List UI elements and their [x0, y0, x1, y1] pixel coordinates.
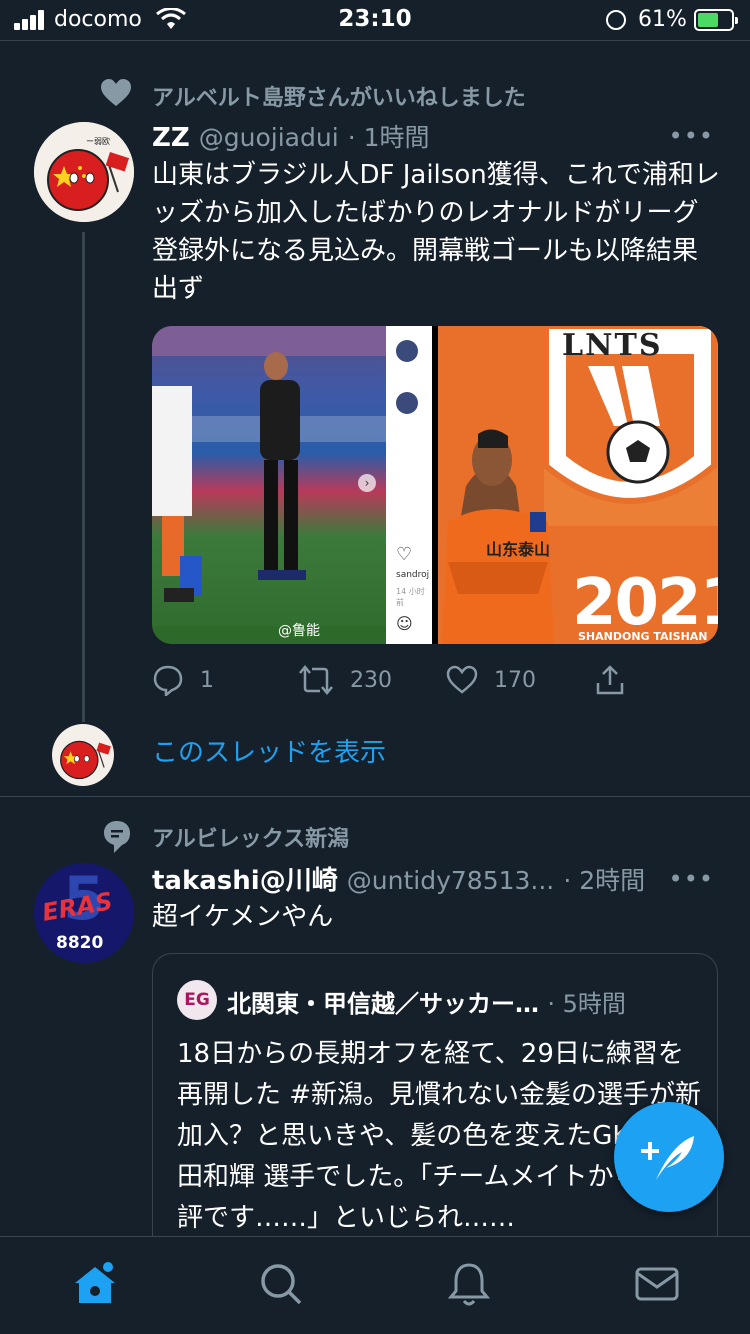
- thread-line: [82, 232, 85, 722]
- more-icon[interactable]: •••: [669, 865, 714, 893]
- topic-icon: [104, 821, 130, 853]
- strip-emoji-icon: ☺: [396, 614, 413, 633]
- quote-time: · 5時間: [547, 990, 626, 1018]
- retweet-icon: [299, 665, 333, 695]
- user-handle[interactable]: @untidy78513...: [347, 866, 554, 895]
- avatar-number: 8820: [56, 933, 104, 953]
- reply-icon: [153, 665, 183, 696]
- weibo-watermark: @鲁能: [278, 623, 320, 639]
- messages-icon[interactable]: [632, 1259, 682, 1309]
- tweet-media[interactable]: @鲁能 › ♡ sandroj 14 小时前 ☺ LNTS 山东泰山 202 S…: [152, 326, 718, 644]
- tweet-text: 超イケメンやん: [152, 902, 334, 932]
- strip-user: sandroj: [396, 570, 430, 580]
- tweet-time: · 2時間: [563, 866, 646, 895]
- countryball-avatar-image: [52, 724, 114, 786]
- tweet-zz[interactable]: アルベルト島野さんがいいねしました ー弱欧 ZZ @guojiadui · 1時…: [0, 0, 750, 796]
- match-photo[interactable]: @鲁能 ›: [152, 326, 386, 644]
- thread-avatar[interactable]: [52, 724, 114, 786]
- shirt-text: 山东泰山: [486, 540, 551, 559]
- avatar[interactable]: 5 ERAS 8820: [34, 863, 134, 963]
- bottom-tab-bar: [0, 1236, 750, 1334]
- svg-text:ー弱欧: ー弱欧: [86, 136, 110, 146]
- author-name[interactable]: ZZ @guojiadui · 1時間: [152, 118, 430, 154]
- countryball-avatar-image: ー弱欧: [34, 122, 134, 222]
- user-handle[interactable]: @guojiadui: [199, 123, 339, 152]
- tweet-text: 山東はブラジル人DF Jailson獲得、これで浦和レッズから加入したばかりのレ…: [152, 160, 720, 304]
- display-name[interactable]: ZZ: [152, 123, 190, 153]
- social-context[interactable]: アルベルト島野さんがいいねしました: [152, 80, 526, 112]
- strip-avatar: [396, 340, 418, 362]
- strip-avatar: [396, 392, 418, 414]
- home-icon[interactable]: [70, 1259, 120, 1309]
- quote-avatar[interactable]: EG: [177, 980, 217, 1020]
- search-icon[interactable]: [256, 1259, 306, 1309]
- display-name[interactable]: takashi@川崎: [152, 866, 338, 896]
- more-icon[interactable]: •••: [669, 122, 714, 150]
- like-button[interactable]: 170: [446, 660, 536, 700]
- author-name[interactable]: takashi@川崎 @untidy78513... · 2時間: [152, 860, 645, 897]
- reply-count: 1: [200, 667, 214, 693]
- heart-icon: [101, 79, 131, 106]
- year-text: 2021: [572, 566, 718, 640]
- tweet-actions: 1 230 170: [152, 660, 632, 700]
- share-icon: [596, 665, 624, 695]
- compose-feather-icon: [641, 1136, 694, 1180]
- logo-text: LNTS: [562, 328, 663, 363]
- show-thread-link[interactable]: このスレッドを表示: [152, 732, 386, 769]
- retweet-count: 230: [350, 667, 392, 693]
- share-button[interactable]: [594, 660, 626, 700]
- quote-display-name[interactable]: 北関東・甲信越／サッカー…: [227, 990, 539, 1018]
- like-count: 170: [494, 667, 536, 693]
- referee-figure: [152, 326, 386, 644]
- social-context[interactable]: アルビレックス新潟: [152, 821, 349, 853]
- compose-tweet-button[interactable]: [614, 1102, 724, 1212]
- notifications-icon[interactable]: [444, 1259, 494, 1309]
- gallery-next-icon: ›: [358, 474, 376, 492]
- retweet-button[interactable]: 230: [298, 660, 392, 700]
- tweet-time: · 1時間: [347, 123, 430, 152]
- player-photo[interactable]: LNTS 山东泰山 2021 SHANDONG TAISHAN: [438, 326, 718, 644]
- reply-button[interactable]: 1: [152, 660, 214, 700]
- avatar[interactable]: ー弱欧: [34, 122, 134, 222]
- bottom-text: SHANDONG TAISHAN: [578, 630, 708, 643]
- quote-author[interactable]: 北関東・甲信越／サッカー… · 5時間: [227, 984, 626, 1019]
- strip-heart-icon: ♡: [396, 544, 413, 565]
- heart-icon: [446, 665, 478, 694]
- strip-time: 14 小时前: [396, 587, 425, 607]
- app-screenshot-strip: ♡ sandroj 14 小时前 ☺: [386, 326, 432, 644]
